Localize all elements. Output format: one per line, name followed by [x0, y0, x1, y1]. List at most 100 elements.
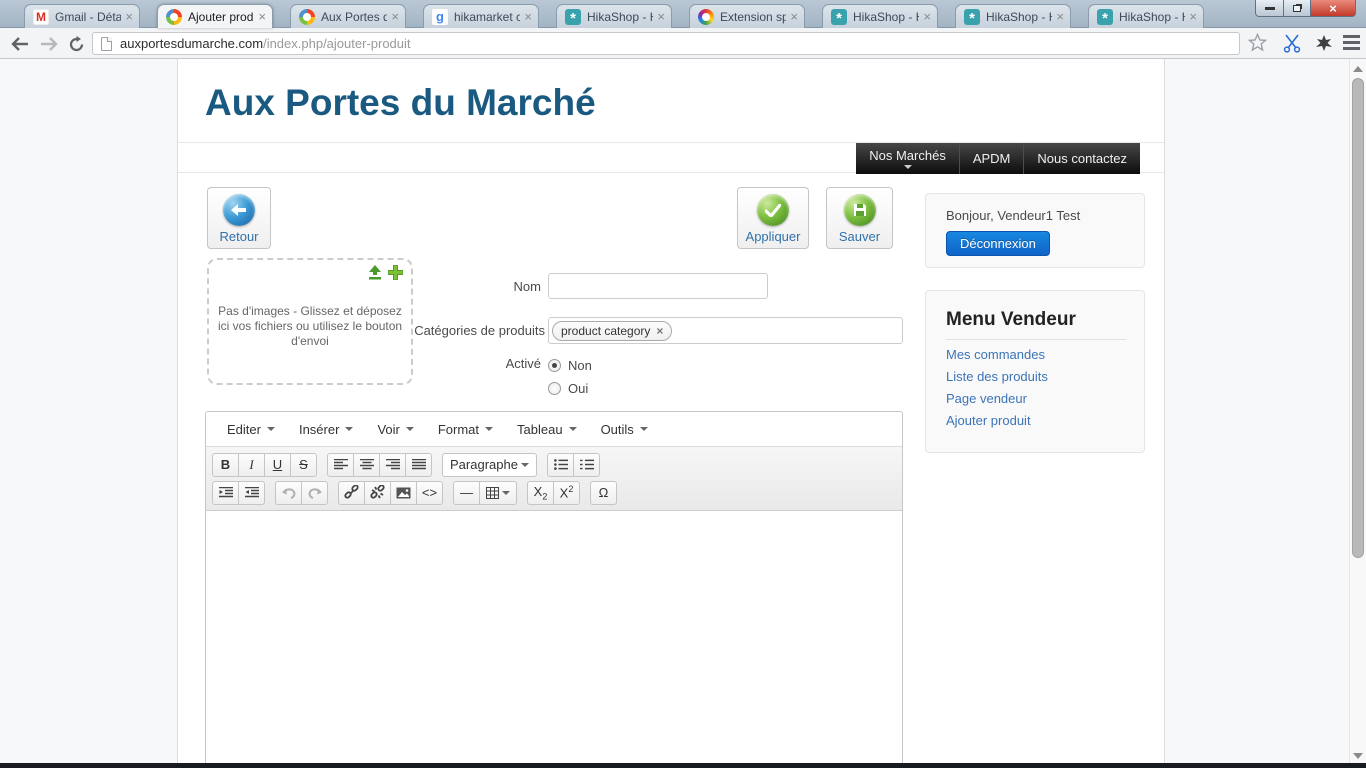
subscript-button[interactable]: X2 — [527, 480, 554, 505]
logout-button[interactable]: Déconnexion — [946, 231, 1050, 256]
radio-unselected-icon[interactable] — [548, 382, 561, 395]
link-icon — [344, 485, 359, 499]
radio-label: Oui — [568, 381, 589, 396]
tab-close-icon[interactable]: × — [923, 9, 931, 24]
save-button[interactable]: Sauver — [826, 187, 893, 249]
minimize-button[interactable] — [1255, 0, 1284, 17]
tab-ajouter-produit[interactable]: Ajouter produit × — [157, 4, 273, 28]
redo-button[interactable] — [301, 480, 328, 505]
scrollbar-thumb[interactable] — [1352, 78, 1364, 558]
unlink-button[interactable] — [364, 480, 391, 505]
nav-item-apdm[interactable]: APDM — [958, 143, 1024, 174]
page-scrollbar[interactable] — [1349, 59, 1366, 768]
align-justify-button[interactable] — [405, 452, 432, 477]
restore-button[interactable] — [1284, 0, 1311, 17]
menu-tools[interactable]: Outils — [590, 417, 659, 442]
apply-button[interactable]: Appliquer — [737, 187, 809, 249]
dropzone-text: Pas d'images - Glissez et déposez ici vo… — [217, 304, 403, 348]
back-button[interactable]: Retour — [207, 187, 271, 249]
insert-image-button[interactable] — [390, 480, 417, 505]
back-icon[interactable] — [8, 33, 32, 55]
align-right-button[interactable] — [379, 452, 406, 477]
align-left-button[interactable] — [327, 452, 354, 477]
image-dropzone[interactable]: Pas d'images - Glissez et déposez ici vo… — [207, 258, 413, 385]
sidebar-item-ajouter-produit[interactable]: Ajouter produit — [946, 413, 1144, 428]
tab-hikamarket[interactable]: hikamarket cat × — [423, 4, 539, 28]
radio-selected-icon[interactable] — [548, 359, 561, 372]
undo-button[interactable] — [275, 480, 302, 505]
tab-close-icon[interactable]: × — [1056, 9, 1064, 24]
bullet-list-button[interactable] — [547, 452, 574, 477]
menu-insert[interactable]: Insérer — [288, 417, 364, 442]
superscript-button[interactable]: X2 — [553, 480, 580, 505]
tab-close-icon[interactable]: × — [790, 9, 798, 24]
table-button[interactable] — [479, 480, 517, 505]
page-icon — [101, 36, 112, 51]
remove-tag-icon[interactable]: × — [656, 324, 663, 338]
horizontal-rule-button[interactable]: — — [453, 480, 480, 505]
name-input[interactable] — [548, 273, 768, 299]
image-icon — [396, 487, 411, 498]
tab-extension[interactable]: Extension spéc × — [689, 4, 805, 28]
sidebar-item-mes-commandes[interactable]: Mes commandes — [946, 347, 1144, 362]
back-sphere-icon — [223, 194, 255, 226]
close-button[interactable] — [1311, 0, 1356, 17]
reload-icon[interactable] — [64, 33, 88, 55]
superscript-icon: X2 — [559, 484, 574, 501]
forward-icon[interactable] — [37, 33, 61, 55]
tab-close-icon[interactable]: × — [391, 9, 399, 24]
tab-close-icon[interactable]: × — [125, 9, 133, 24]
tab-hikashop-3[interactable]: HikaShop - Hik × — [955, 4, 1071, 28]
joomla-icon — [166, 8, 182, 25]
tab-label: Aux Portes du M — [321, 9, 388, 24]
scissors-icon[interactable] — [1282, 33, 1302, 58]
chevron-down-icon — [568, 427, 577, 431]
address-bar[interactable]: auxportesdumarche.com /index.php/ajouter… — [92, 32, 1240, 55]
sidebar-item-liste-produits[interactable]: Liste des produits — [946, 369, 1144, 384]
strikethrough-button[interactable]: S — [290, 452, 317, 477]
menu-label: Tableau — [517, 421, 563, 437]
nav-item-nos-marches[interactable]: Nos Marchés — [856, 143, 959, 174]
tab-close-icon[interactable]: × — [657, 9, 665, 24]
tab-close-icon[interactable]: × — [258, 9, 266, 24]
tab-gmail[interactable]: Gmail - Détails × — [24, 4, 140, 28]
active-option-yes[interactable]: Oui — [548, 381, 588, 396]
tab-hikashop-4[interactable]: HikaShop - Hik × — [1088, 4, 1204, 28]
star-icon[interactable] — [1247, 32, 1268, 57]
tab-label: Extension spéc — [720, 9, 787, 24]
editor-content-area[interactable] — [206, 511, 902, 767]
menu-edit[interactable]: Editer — [216, 417, 286, 442]
upload-icon[interactable] — [367, 265, 383, 285]
nav-label: APDM — [972, 151, 1011, 166]
paragraph-format-select[interactable]: Paragraphe — [442, 452, 537, 477]
extension-icon[interactable] — [1314, 33, 1334, 58]
tab-close-icon[interactable]: × — [524, 9, 532, 24]
menu-view[interactable]: Voir — [366, 417, 424, 442]
align-justify-icon — [411, 459, 426, 470]
menu-table[interactable]: Tableau — [506, 417, 588, 442]
add-image-icon[interactable] — [387, 264, 404, 285]
numbered-list-button[interactable] — [573, 452, 600, 477]
menu-icon[interactable] — [1343, 35, 1360, 50]
menu-format[interactable]: Format — [427, 417, 504, 442]
link-button[interactable] — [338, 480, 365, 505]
outdent-button[interactable] — [212, 480, 239, 505]
special-char-button[interactable]: Ω — [590, 480, 617, 505]
bold-button[interactable]: B — [212, 452, 239, 477]
tab-hikashop-2[interactable]: HikaShop - Hik × — [822, 4, 938, 28]
tab-aux-portes[interactable]: Aux Portes du M × — [290, 4, 406, 28]
sidebar-item-page-vendeur[interactable]: Page vendeur — [946, 391, 1144, 406]
tab-close-icon[interactable]: × — [1189, 9, 1197, 24]
italic-button[interactable]: I — [238, 452, 265, 477]
scroll-up-icon[interactable] — [1353, 66, 1363, 72]
active-option-no[interactable]: Non — [548, 358, 592, 373]
save-sphere-icon — [843, 194, 876, 226]
align-center-button[interactable] — [353, 452, 380, 477]
source-code-button[interactable]: <> — [416, 480, 443, 505]
underline-button[interactable]: U — [264, 452, 291, 477]
tab-hikashop-1[interactable]: HikaShop - Hik × — [556, 4, 672, 28]
nav-item-nous-contactez[interactable]: Nous contactez — [1023, 143, 1140, 174]
indent-button[interactable] — [238, 480, 265, 505]
scroll-down-icon[interactable] — [1353, 753, 1363, 759]
description-editor: Editer Insérer Voir Format Tableau Outil… — [205, 411, 903, 768]
